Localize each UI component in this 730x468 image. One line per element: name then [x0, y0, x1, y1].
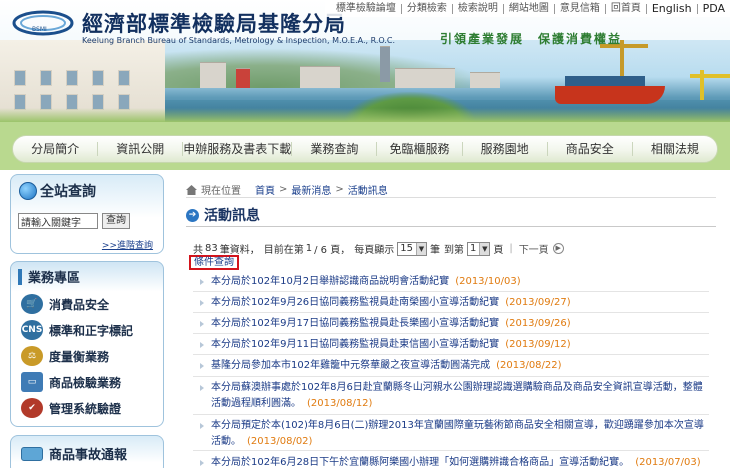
list-item-link[interactable]: 本分局於102年10月2日舉辦認識商品說明會活動紀實	[211, 276, 449, 287]
nav-branch-intro[interactable]: 分局簡介	[13, 142, 99, 156]
list-item: 本分局於102年9月11日協同義務監視員赴東信國小宣導活動紀實 (2013/09/…	[193, 334, 709, 355]
site-subtitle: Keelung Branch Bureau of Standards, Metr…	[82, 36, 396, 45]
nav-info-disclosure[interactable]: 資訊公開	[98, 142, 184, 156]
list-item-date: (2013/08/12)	[307, 398, 373, 409]
page-title: 活動訊息	[204, 208, 260, 224]
nav-services-forms[interactable]: 申辦服務及書表下載	[183, 142, 293, 156]
list-item-date: (2013/07/03)	[635, 457, 701, 468]
certificate-icon: ✔	[21, 398, 43, 418]
per-page-select[interactable]: 15 ▼	[397, 241, 427, 256]
bullet-icon	[200, 460, 204, 466]
search-button[interactable]: 查詢	[102, 213, 130, 229]
condition-query-button[interactable]: 條件查詢	[189, 255, 239, 270]
chevron-down-icon: ▼	[479, 242, 490, 255]
report-icon	[21, 446, 43, 461]
toplink-english[interactable]: English	[647, 3, 698, 14]
business-panel: 業務專區 🛒 消費品安全 CNS 標準和正字標記 ⚖ 度量衡業務 ▭ 商品檢驗業…	[10, 261, 164, 427]
toplink-forum[interactable]: 標準檢驗論壇	[331, 3, 402, 14]
list-item: 基隆分局參加本市102年雞籠中元祭華嚴之夜宣導活動圓滿完成 (2013/08/22…	[193, 355, 709, 377]
business-item-metrology[interactable]: ⚖ 度量衡業務	[21, 346, 161, 366]
list-item: 本分局蘇澳辦事處於102年8月6日赴宜蘭縣冬山河親水公園辦理認識選購驗商品及商品…	[193, 377, 709, 415]
nav-product-safety[interactable]: 商品安全	[548, 142, 633, 156]
toplink-feedback[interactable]: 意見信箱	[555, 3, 606, 14]
bullet-icon	[200, 342, 204, 348]
pagination: 共 83 筆資料， 目前在第 1 / 6 頁， 每頁顯示 15 ▼ 筆 到第 1…	[193, 241, 564, 256]
search-globe-icon	[19, 182, 37, 200]
breadcrumb-activity-news[interactable]: 活動訊息	[348, 182, 388, 197]
nav-business-query[interactable]: 業務查詢	[292, 142, 378, 156]
site-search-title: 全站查詢	[40, 184, 96, 200]
toplink-search-help[interactable]: 檢索說明	[453, 3, 504, 14]
advanced-search-link[interactable]: >>進階查詢	[102, 238, 153, 251]
list-item-date: (2013/09/12)	[505, 339, 571, 350]
ship-image	[555, 86, 665, 104]
site-slogan: 引領產業發展 保護消費權益	[440, 32, 623, 46]
list-item-link[interactable]: 基隆分局參加本市102年雞籠中元祭華嚴之夜宣導活動圓滿完成	[211, 360, 490, 371]
next-page-icon[interactable]: ▶	[552, 243, 564, 254]
activity-list: 本分局於102年10月2日舉辦認識商品說明會活動紀實 (2013/10/03) 本…	[193, 272, 709, 468]
business-item-standards-mark[interactable]: CNS 標準和正字標記	[21, 320, 161, 340]
svg-text:BSMI: BSMI	[32, 26, 47, 33]
site-title: 經濟部標準檢驗局基隆分局	[82, 12, 346, 36]
incident-report-title: 商品事故通報	[49, 448, 128, 463]
breadcrumb-home[interactable]: 首頁	[255, 182, 275, 197]
cns-icon: CNS	[21, 320, 43, 340]
business-item-system-certification[interactable]: ✔ 管理系統驗證	[21, 398, 161, 418]
bullet-icon	[200, 363, 204, 369]
bullet-icon	[200, 279, 204, 285]
list-item: 本分局於102年9月17日協同義務監視員赴長樂國小宣導活動紀實 (2013/09/…	[193, 313, 709, 334]
top-links: 標準檢驗論壇 分類檢索 檢索說明 網站地圖 意見信箱 回首頁 English P…	[324, 0, 730, 17]
breadcrumb-latest-news[interactable]: 最新消息	[291, 182, 331, 197]
chevron-down-icon: ▼	[415, 242, 426, 255]
main-nav: 分局簡介 資訊公開 申辦服務及書表下載 業務查詢 免臨櫃服務 服務園地 商品安全…	[12, 135, 718, 163]
list-item-date: (2013/08/22)	[496, 360, 562, 371]
list-item-link[interactable]: 本分局於102年9月11日協同義務監視員赴東信國小宣導活動紀實	[211, 339, 499, 350]
shopping-cart-icon: 🛒	[21, 294, 43, 314]
breadcrumb: 現在位置 首頁 > 最新消息 > 活動訊息	[186, 182, 392, 197]
list-item: 本分局於102年10月2日舉辦認識商品說明會活動紀實 (2013/10/03)	[193, 272, 709, 292]
toplink-sitemap[interactable]: 網站地圖	[504, 3, 555, 14]
bullet-icon	[200, 300, 204, 306]
business-panel-title: 業務專區	[28, 271, 81, 286]
business-item-consumer-safety[interactable]: 🛒 消費品安全	[21, 294, 161, 314]
list-item-link[interactable]: 本分局於102年6月28日下午於宜蘭縣阿樂國小辦理「如何選購辨識合格商品」宣導活…	[211, 457, 629, 468]
main-nav-bar: 分局簡介 資訊公開 申辦服務及書表下載 業務查詢 免臨櫃服務 服務園地 商品安全…	[0, 122, 730, 170]
arrow-right-icon: ➔	[186, 208, 199, 222]
list-item-date: (2013/08/02)	[247, 436, 313, 447]
bsmi-logo-icon[interactable]: BSMI	[12, 10, 74, 36]
toplink-pda[interactable]: PDA	[698, 3, 730, 14]
bullet-icon	[200, 321, 204, 327]
list-item-date: (2013/09/26)	[505, 318, 571, 329]
list-item-date: (2013/10/03)	[455, 276, 521, 287]
list-item: 本分局於102年9月26日協同義務監視員赴南榮國小宣導活動紀實 (2013/09/…	[193, 292, 709, 313]
nav-service-garden[interactable]: 服務園地	[463, 142, 548, 156]
scale-icon: ⚖	[21, 346, 43, 366]
incident-report-panel[interactable]: 商品事故通報	[10, 435, 164, 468]
breadcrumb-label: 現在位置	[201, 186, 241, 197]
total-count: 83	[205, 243, 218, 254]
bullet-icon	[200, 423, 204, 429]
nav-online-services[interactable]: 免臨櫃服務	[377, 142, 463, 156]
list-item-link[interactable]: 本分局蘇澳辦事處於102年8月6日赴宜蘭縣冬山河親水公園辦理認識選購驗商品及商品…	[211, 382, 703, 409]
business-item-inspection[interactable]: ▭ 商品檢驗業務	[21, 372, 161, 392]
toplink-category-search[interactable]: 分類檢索	[402, 3, 453, 14]
next-page-link[interactable]: 下一頁	[519, 241, 549, 256]
list-item-date: (2013/09/27)	[505, 297, 571, 308]
list-item: 本分局預定於本(102)年8月6日(二)辦理2013年宜蘭國際童玩藝術節商品安全…	[193, 415, 709, 451]
list-item: 本分局於102年6月28日下午於宜蘭縣阿樂國小辦理「如何選購辨識合格商品」宣導活…	[193, 451, 709, 468]
site-search-panel: 全站查詢 查詢 >>進階查詢	[10, 174, 164, 254]
toplink-home[interactable]: 回首頁	[606, 3, 647, 14]
home-icon	[186, 184, 197, 195]
list-item-link[interactable]: 本分局於102年9月17日協同義務監視員赴長樂國小宣導活動紀實	[211, 318, 499, 329]
list-item-link[interactable]: 本分局於102年9月26日協同義務監視員赴南榮國小宣導活動紀實	[211, 297, 499, 308]
goto-page-select[interactable]: 1 ▼	[466, 241, 491, 256]
bullet-icon	[200, 385, 204, 391]
search-input[interactable]	[18, 213, 98, 229]
monitor-icon: ▭	[21, 372, 43, 392]
current-page: 1	[305, 243, 313, 254]
nav-regulations[interactable]: 相關法規	[633, 142, 717, 156]
site-header: BSMI 經濟部標準檢驗局基隆分局 Keelung Branch Bureau …	[0, 0, 730, 122]
